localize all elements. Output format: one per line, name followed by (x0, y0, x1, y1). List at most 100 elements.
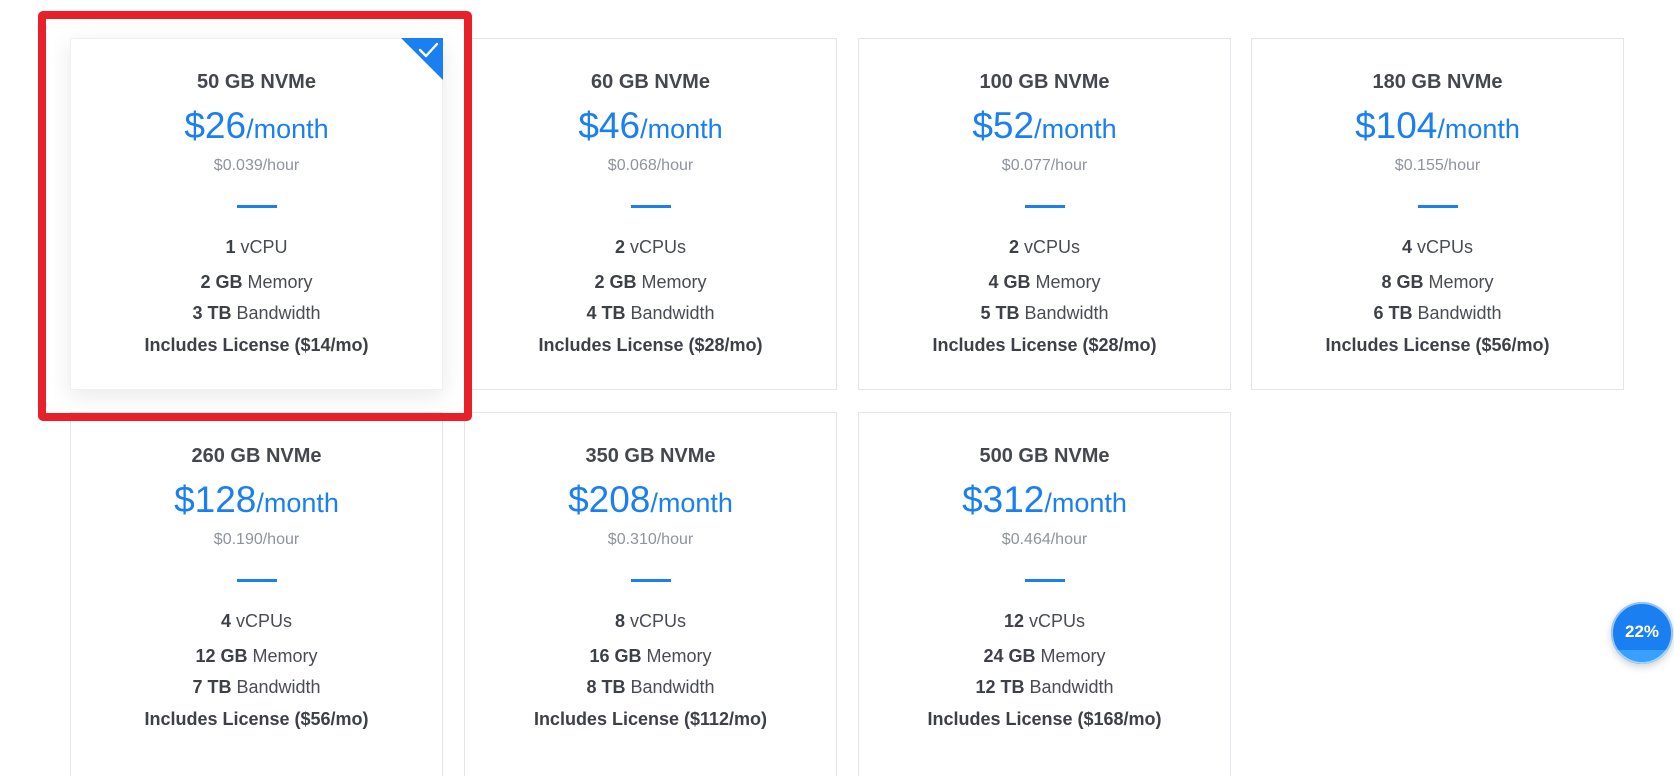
plan-card-180gb[interactable]: 180 GB NVMe $104/month $0.155/hour 4 vCP… (1251, 38, 1624, 390)
license-info: Includes License ($56/mo) (144, 709, 369, 729)
memory-label: Memory (252, 646, 318, 666)
divider (630, 205, 671, 208)
cpu-spec: 1 vCPU (71, 237, 442, 258)
price-amount: $312 (962, 479, 1045, 520)
bandwidth-amount: 7 TB (192, 677, 232, 697)
hourly-price: $0.190/hour (213, 531, 300, 548)
price-period: /month (650, 488, 733, 518)
memory-spec: 16 GB Memory (465, 646, 836, 667)
bandwidth-spec: 5 TB Bandwidth (859, 303, 1230, 324)
plan-card-100gb[interactable]: 100 GB NVMe $52/month $0.077/hour 2 vCPU… (858, 38, 1231, 390)
plan-name: 180 GB NVMe (1372, 71, 1503, 93)
bandwidth-amount: 5 TB (980, 303, 1020, 323)
memory-spec: 12 GB Memory (71, 646, 442, 667)
memory-amount: 16 GB (589, 646, 642, 666)
price-amount: $46 (578, 105, 641, 146)
divider (1024, 579, 1065, 582)
cpu-spec: 8 vCPUs (465, 611, 836, 632)
bandwidth-amount: 3 TB (192, 303, 232, 323)
price-period: /month (246, 114, 329, 144)
license-info: Includes License ($14/mo) (144, 335, 369, 355)
plan-picker: 50 GB NVMe $26/month $0.039/hour 1 vCPU … (0, 0, 1674, 776)
plan-name: 100 GB NVMe (979, 71, 1110, 93)
memory-label: Memory (247, 272, 313, 292)
hourly-price: $0.310/hour (607, 531, 694, 548)
cpu-label: vCPU (240, 237, 288, 257)
plan-price: $104/month (1252, 105, 1623, 147)
plan-card-50gb[interactable]: 50 GB NVMe $26/month $0.039/hour 1 vCPU … (70, 38, 443, 390)
check-icon (418, 42, 439, 58)
price-amount: $208 (568, 479, 651, 520)
memory-spec: 2 GB Memory (465, 272, 836, 293)
plan-name: 60 GB NVMe (591, 71, 710, 93)
license-info: Includes License ($28/mo) (932, 335, 1157, 355)
plan-name: 500 GB NVMe (979, 445, 1110, 467)
price-period: /month (256, 488, 339, 518)
bandwidth-spec: 8 TB Bandwidth (465, 677, 836, 698)
license-info: Includes License ($56/mo) (1325, 335, 1550, 355)
plan-card-60gb[interactable]: 60 GB NVMe $46/month $0.068/hour 2 vCPUs… (464, 38, 837, 390)
bandwidth-label: Bandwidth (630, 677, 715, 697)
price-period: /month (1044, 488, 1127, 518)
divider (630, 579, 671, 582)
bandwidth-spec: 4 TB Bandwidth (465, 303, 836, 324)
bandwidth-label: Bandwidth (236, 677, 321, 697)
cpu-count: 4 (1401, 237, 1412, 257)
cpu-count: 1 (225, 237, 236, 257)
divider (236, 205, 277, 208)
memory-spec: 4 GB Memory (859, 272, 1230, 293)
memory-amount: 8 GB (1381, 272, 1424, 292)
cpu-label: vCPUs (1024, 237, 1081, 257)
memory-label: Memory (646, 646, 712, 666)
plan-price: $208/month (465, 479, 836, 521)
plan-price: $26/month (71, 105, 442, 147)
hourly-price: $0.077/hour (1001, 157, 1088, 174)
plan-card-260gb[interactable]: 260 GB NVMe $128/month $0.190/hour 4 vCP… (70, 412, 443, 776)
cpu-count: 8 (614, 611, 625, 631)
progress-badge[interactable]: 22% (1611, 602, 1673, 664)
bandwidth-amount: 12 TB (975, 677, 1025, 697)
price-amount: $52 (972, 105, 1035, 146)
divider (236, 579, 277, 582)
bandwidth-label: Bandwidth (1029, 677, 1114, 697)
plan-card-350gb[interactable]: 350 GB NVMe $208/month $0.310/hour 8 vCP… (464, 412, 837, 776)
memory-label: Memory (1040, 646, 1106, 666)
plan-price: $46/month (465, 105, 836, 147)
memory-label: Memory (1035, 272, 1101, 292)
bandwidth-label: Bandwidth (236, 303, 321, 323)
price-period: /month (640, 114, 723, 144)
bandwidth-label: Bandwidth (1024, 303, 1109, 323)
cpu-count: 4 (220, 611, 231, 631)
cpu-label: vCPUs (630, 611, 687, 631)
hourly-price: $0.068/hour (607, 157, 694, 174)
bandwidth-spec: 12 TB Bandwidth (859, 677, 1230, 698)
divider (1417, 205, 1458, 208)
bandwidth-spec: 7 TB Bandwidth (71, 677, 442, 698)
price-period: /month (1437, 114, 1520, 144)
cpu-spec: 2 vCPUs (465, 237, 836, 258)
cpu-spec: 4 vCPUs (71, 611, 442, 632)
license-info: Includes License ($28/mo) (538, 335, 763, 355)
cpu-count: 2 (1008, 237, 1019, 257)
cpu-label: vCPUs (1417, 237, 1474, 257)
memory-amount: 4 GB (988, 272, 1031, 292)
bandwidth-amount: 4 TB (586, 303, 626, 323)
bandwidth-amount: 6 TB (1373, 303, 1413, 323)
plan-name: 350 GB NVMe (585, 445, 716, 467)
plan-card-500gb[interactable]: 500 GB NVMe $312/month $0.464/hour 12 vC… (858, 412, 1231, 776)
bandwidth-label: Bandwidth (630, 303, 715, 323)
cpu-spec: 4 vCPUs (1252, 237, 1623, 258)
bandwidth-label: Bandwidth (1417, 303, 1502, 323)
cpu-label: vCPUs (630, 237, 687, 257)
bandwidth-amount: 8 TB (586, 677, 626, 697)
cpu-count: 12 (1003, 611, 1024, 631)
memory-spec: 24 GB Memory (859, 646, 1230, 667)
hourly-price: $0.464/hour (1001, 531, 1088, 548)
memory-spec: 2 GB Memory (71, 272, 442, 293)
memory-label: Memory (641, 272, 707, 292)
cpu-count: 2 (614, 237, 625, 257)
progress-label: 22% (1624, 622, 1660, 641)
memory-amount: 12 GB (195, 646, 248, 666)
memory-spec: 8 GB Memory (1252, 272, 1623, 293)
cpu-label: vCPUs (236, 611, 293, 631)
